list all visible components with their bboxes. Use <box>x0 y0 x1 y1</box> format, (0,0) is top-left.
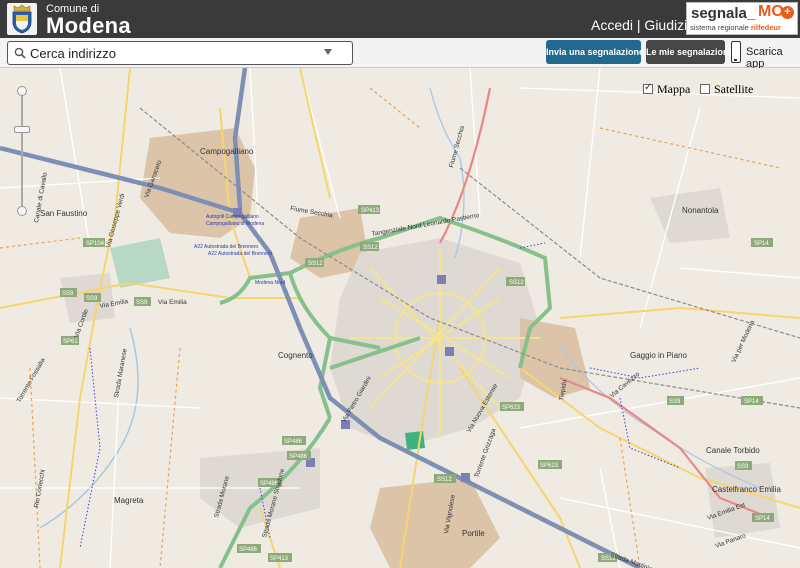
layer-satellite-toggle[interactable]: Satellite <box>700 82 753 97</box>
svg-text:SP61: SP61 <box>63 339 78 345</box>
svg-text:SS12: SS12 <box>363 245 378 251</box>
smartphone-icon[interactable] <box>731 41 741 63</box>
svg-text:SP413: SP413 <box>361 208 380 214</box>
place-label: Canale Torbido <box>706 446 760 455</box>
road-label: Via per Modena <box>730 319 756 364</box>
chevron-down-icon[interactable] <box>324 49 332 55</box>
road-label: Fiume Secchia <box>448 125 466 169</box>
land-use <box>60 128 780 568</box>
svg-text:SP623: SP623 <box>540 463 559 469</box>
login-link[interactable]: Accedi | Giudizio <box>591 17 695 33</box>
svg-text:SP14: SP14 <box>755 516 770 522</box>
svg-text:SS12: SS12 <box>437 477 452 483</box>
brand-name: segnala_ <box>691 5 756 22</box>
place-label: Campogalliano <box>200 147 254 156</box>
svg-text:SP14: SP14 <box>744 399 759 405</box>
svg-text:SS12: SS12 <box>509 280 524 286</box>
place-label: Nonantola <box>682 206 719 215</box>
place-label: Castelfranco Emilia <box>712 485 781 494</box>
zoom-control[interactable] <box>14 86 30 216</box>
svg-text:SP14: SP14 <box>754 241 769 247</box>
svg-text:SP623: SP623 <box>502 405 521 411</box>
svg-text:SP486: SP486 <box>284 439 303 445</box>
road-label: Rio Corlecchi <box>33 469 47 508</box>
search-input[interactable] <box>30 44 325 62</box>
place-label: Portile <box>462 529 485 538</box>
zoom-out-button[interactable] <box>17 206 27 216</box>
road-label: Torrente Grizzaga <box>473 427 497 478</box>
place-label: Cognento <box>278 351 313 360</box>
svg-text:A22 Autostrada del Brennero: A22 Autostrada del Brennero <box>208 251 272 257</box>
place-label: Magreta <box>114 496 144 505</box>
svg-text:SS9: SS9 <box>136 300 148 306</box>
segnala-logo[interactable]: segnala_ MO + sistema regionale rilfedeu… <box>686 2 798 35</box>
brand-mo: MO <box>758 3 784 20</box>
layer-label: Satellite <box>714 82 754 96</box>
svg-text:SP486: SP486 <box>289 454 308 460</box>
city-crest-icon[interactable] <box>7 3 37 35</box>
checkbox-checked[interactable] <box>643 82 653 94</box>
svg-text:A22 Autostrada del Brennero: A22 Autostrada del Brennero <box>194 244 258 250</box>
city-title[interactable]: Modena <box>46 13 131 39</box>
svg-text:SP104: SP104 <box>86 241 105 247</box>
header: Comune di Modena Accedi | Giudizio segna… <box>0 0 800 38</box>
place-label: San Faustino <box>40 209 88 218</box>
layer-map-toggle[interactable]: Mappa <box>643 82 690 97</box>
road-label: Strada Martiniana <box>609 551 660 568</box>
layer-label: Mappa <box>657 82 691 96</box>
svg-text:SP486: SP486 <box>239 547 258 553</box>
road-label: Strada Maranese <box>113 348 129 399</box>
place-label: Gaggio in Piano <box>630 351 687 360</box>
zoom-slider-handle[interactable] <box>14 126 30 133</box>
address-search[interactable] <box>7 41 353 65</box>
svg-text:SS9: SS9 <box>737 464 749 470</box>
road-label: Torrente Fossalta <box>16 357 47 404</box>
zoom-in-button[interactable] <box>17 86 27 96</box>
svg-text:SP413: SP413 <box>270 556 289 562</box>
svg-text:SS12: SS12 <box>308 261 323 267</box>
send-report-button[interactable]: Invia una segnalazione <box>546 40 644 64</box>
svg-text:Autogrill Campogalliano: Autogrill Campogalliano <box>206 214 259 220</box>
my-reports-button[interactable]: Le mie segnalazioni <box>646 40 731 64</box>
svg-text:Campogalliano di Modena: Campogalliano di Modena <box>206 221 264 227</box>
svg-text:Modena Nord: Modena Nord <box>255 280 286 286</box>
toolbar: Invia una segnalazione Le mie segnalazio… <box>0 38 800 70</box>
svg-text:SS9: SS9 <box>669 399 681 405</box>
brand-subtitle: sistema regionale rilfedeur <box>690 23 781 32</box>
svg-text:SS9: SS9 <box>62 291 74 297</box>
svg-text:SS9: SS9 <box>86 296 98 302</box>
map-tiles[interactable]: SP413 SP104 SS12 SS12 SS9 SS9 SS9 SP61 S… <box>0 68 800 568</box>
map-canvas[interactable]: SP413 SP104 SS12 SS12 SS9 SS9 SS9 SP61 S… <box>0 68 800 568</box>
checkbox-unchecked[interactable] <box>700 84 710 94</box>
zoom-slider-track[interactable] <box>21 94 23 206</box>
search-icon <box>14 47 26 59</box>
download-app-link[interactable]: Scarica app <box>746 46 800 70</box>
road-label: Via Emilia <box>158 299 187 306</box>
brand-plus-icon: + <box>781 6 794 19</box>
